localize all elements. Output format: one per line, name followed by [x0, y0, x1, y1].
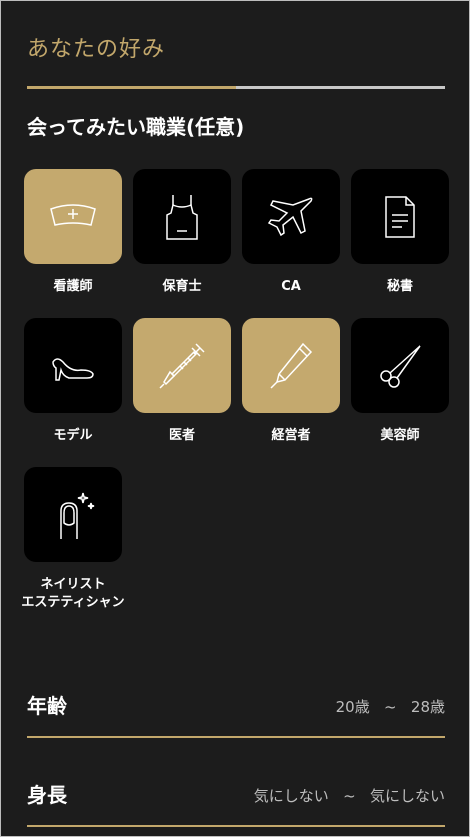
age-range[interactable]: 20歳 ~ 28歳: [336, 696, 445, 717]
job-option-ca[interactable]: CA: [242, 169, 340, 296]
nail-icon: [60, 492, 95, 539]
job-label: 秘書: [386, 279, 413, 294]
age-label: 年齢: [27, 694, 67, 718]
apron-icon: [166, 194, 198, 240]
job-option-hairdresser[interactable]: 美容師: [351, 318, 449, 445]
job-tile[interactable]: [24, 169, 122, 264]
page-title: あなたの好み: [27, 37, 166, 62]
height-preference-row[interactable]: 身長 気にしない ~ 気にしない: [27, 771, 445, 827]
document-icon: [385, 195, 415, 238]
job-tile[interactable]: [24, 318, 122, 413]
job-label: ネイリスト エステティシャン: [21, 577, 125, 610]
range-separator: ~: [384, 698, 397, 716]
job-tile[interactable]: [242, 169, 340, 264]
job-option-nurse[interactable]: 看護師: [24, 169, 122, 296]
progress-bar: [27, 86, 445, 89]
nurse-cap-icon: [50, 203, 96, 226]
scissors-icon: [380, 344, 421, 388]
job-tile[interactable]: [133, 318, 231, 413]
job-option-executive[interactable]: 経営者: [242, 318, 340, 445]
job-label: 看護師: [53, 279, 93, 294]
height-label: 身長: [27, 783, 67, 807]
job-label: 経営者: [271, 428, 311, 443]
section-title: 会ってみたい職業(任意): [27, 115, 245, 139]
job-option-childcare[interactable]: 保育士: [133, 169, 231, 296]
job-label: 美容師: [380, 428, 420, 443]
job-label: CA: [281, 279, 301, 294]
job-option-doctor[interactable]: 医者: [133, 318, 231, 445]
height-range[interactable]: 気にしない ~ 気にしない: [254, 785, 445, 806]
job-option-model[interactable]: モデル: [24, 318, 122, 445]
job-tile[interactable]: [242, 318, 340, 413]
height-min: 気にしない: [253, 787, 329, 805]
job-option-secretary[interactable]: 秘書: [351, 169, 449, 296]
age-min: 20歳: [335, 698, 370, 716]
job-option-nailist[interactable]: ネイリスト エステティシャン: [21, 467, 128, 612]
airplane-icon: [267, 197, 313, 236]
job-tile[interactable]: [133, 169, 231, 264]
pen-icon: [270, 342, 313, 389]
age-preference-row[interactable]: 年齢 20歳 ~ 28歳: [27, 682, 445, 738]
syringe-icon: [159, 342, 205, 389]
height-max: 気にしない: [369, 787, 445, 805]
job-tile[interactable]: [24, 467, 122, 562]
job-label: モデル: [53, 428, 93, 443]
job-tile[interactable]: [351, 169, 449, 264]
job-label: 医者: [168, 428, 195, 443]
job-label: 保育士: [162, 279, 202, 294]
age-max: 28歳: [410, 698, 445, 716]
high-heel-icon: [52, 357, 94, 381]
progress-bar-fill: [27, 86, 236, 89]
job-tile[interactable]: [351, 318, 449, 413]
range-separator: ~: [343, 787, 356, 805]
